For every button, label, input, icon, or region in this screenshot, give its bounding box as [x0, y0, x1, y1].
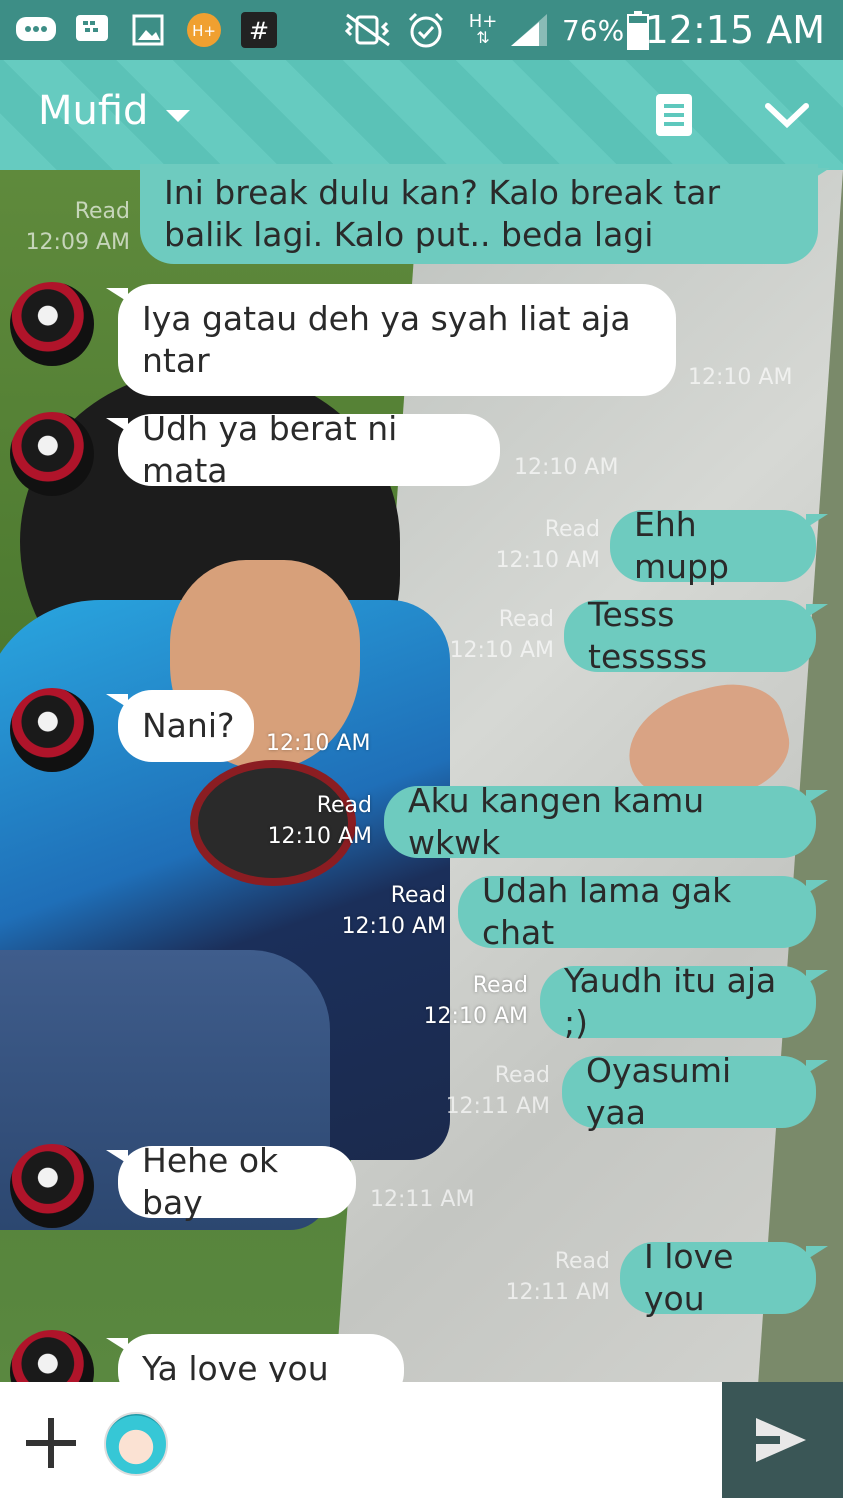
message-time: 12:10 AM — [266, 731, 371, 756]
hplus-app-icon: H+ — [184, 12, 224, 48]
outgoing-message[interactable]: Oyasumi yaa — [562, 1051, 828, 1132]
message-meta: Read 12:10 AM — [250, 790, 372, 852]
outgoing-message[interactable]: Ini break dulu kan? Kalo break tar balik… — [140, 164, 830, 264]
chat-icon — [14, 12, 58, 48]
message-text: Yaudh itu aja ;) — [564, 961, 777, 1042]
hplus-network-icon: H+ ⇅ — [468, 11, 498, 47]
message-text: Tesss tesssss — [588, 595, 708, 676]
contact-avatar[interactable] — [10, 412, 94, 496]
dropdown-arrow-icon[interactable] — [166, 110, 190, 122]
message-meta: Read 12:11 AM — [488, 1246, 610, 1308]
message-time: 12:10 AM — [514, 455, 619, 480]
incoming-message[interactable]: Iya gatau deh ya syah liat aja ntar — [106, 284, 676, 396]
message-meta: Read 12:09 AM — [20, 196, 130, 258]
message-time: 12:10 AM — [449, 638, 554, 663]
outgoing-message[interactable]: Tesss tesssss — [564, 595, 828, 676]
sticker-icon[interactable] — [104, 1412, 168, 1476]
contact-avatar[interactable] — [10, 688, 94, 772]
check-icon[interactable] — [764, 100, 810, 130]
message-text: Ini break dulu kan? Kalo break tar balik… — [164, 173, 721, 254]
message-meta: Read 12:10 AM — [480, 514, 600, 576]
read-status: Read — [498, 607, 554, 632]
incoming-message[interactable]: Nani? — [106, 690, 254, 762]
incoming-message[interactable]: Hehe ok bay — [106, 1141, 356, 1222]
hplus-app-label: H+ — [192, 22, 216, 40]
hash-app-label: # — [249, 17, 269, 45]
message-text: Nani? — [142, 706, 235, 745]
message-text: I love you — [644, 1237, 734, 1318]
read-status: Read — [554, 1249, 610, 1274]
clock: 12:15 AM — [644, 8, 825, 52]
read-status: Read — [390, 883, 446, 908]
message-meta: Read 12:10 AM — [432, 604, 554, 666]
message-time: 12:10 AM — [267, 824, 372, 849]
contact-avatar[interactable] — [10, 1144, 94, 1228]
outgoing-message[interactable]: Ehh mupp — [610, 505, 828, 586]
vibrate-icon — [340, 12, 396, 48]
incoming-message[interactable]: Udh ya berat ni mata — [106, 409, 500, 490]
bbm-icon — [74, 12, 110, 48]
battery-percent: 76% — [562, 14, 625, 47]
message-text: Udh ya berat ni mata — [142, 409, 398, 490]
message-time: 12:11 AM — [445, 1094, 550, 1119]
signal-icon — [508, 12, 550, 48]
gallery-icon — [130, 12, 166, 48]
read-status: Read — [74, 199, 130, 224]
notes-icon[interactable] — [656, 94, 692, 136]
message-text: Oyasumi yaa — [586, 1051, 732, 1132]
alarm-icon — [404, 12, 448, 48]
message-text: Udah lama gak chat — [482, 871, 732, 952]
message-time: 12:11 AM — [505, 1280, 610, 1305]
read-status: Read — [544, 517, 600, 542]
status-bar: H+ # H+ ⇅ 76% 12:15 AM — [0, 0, 843, 60]
message-time: 12:10 AM — [423, 1004, 528, 1029]
hash-app-icon: # — [240, 12, 278, 48]
message-text: Aku kangen kamu wkwk — [408, 781, 705, 862]
read-status: Read — [316, 793, 372, 818]
read-status: Read — [494, 1063, 550, 1088]
message-composer[interactable] — [0, 1382, 722, 1498]
contact-name[interactable]: Mufid — [38, 88, 148, 134]
send-button[interactable] — [722, 1382, 843, 1498]
message-text: Iya gatau deh ya syah liat aja ntar — [142, 299, 631, 380]
send-icon — [756, 1418, 806, 1462]
message-time: 12:10 AM — [341, 914, 446, 939]
outgoing-message[interactable]: Aku kangen kamu wkwk — [384, 781, 828, 862]
plus-icon[interactable] — [26, 1418, 76, 1468]
message-time: 12:10 AM — [495, 548, 600, 573]
message-meta: Read 12:11 AM — [428, 1060, 550, 1122]
contact-avatar[interactable] — [10, 282, 94, 366]
message-text: Hehe ok bay — [142, 1141, 279, 1222]
outgoing-message[interactable]: I love you — [620, 1237, 828, 1318]
read-status: Read — [472, 973, 528, 998]
message-text: Ehh mupp — [634, 505, 729, 586]
message-time: 12:11 AM — [370, 1187, 475, 1212]
outgoing-message[interactable]: Yaudh itu aja ;) — [540, 961, 828, 1042]
message-time: 12:09 AM — [25, 230, 130, 255]
message-meta: Read 12:10 AM — [324, 880, 446, 942]
outgoing-message[interactable]: Udah lama gak chat — [458, 871, 828, 952]
message-meta: Read 12:10 AM — [406, 970, 528, 1032]
message-time: 12:10 AM — [688, 365, 793, 390]
chat-header: Mufid — [0, 60, 843, 170]
